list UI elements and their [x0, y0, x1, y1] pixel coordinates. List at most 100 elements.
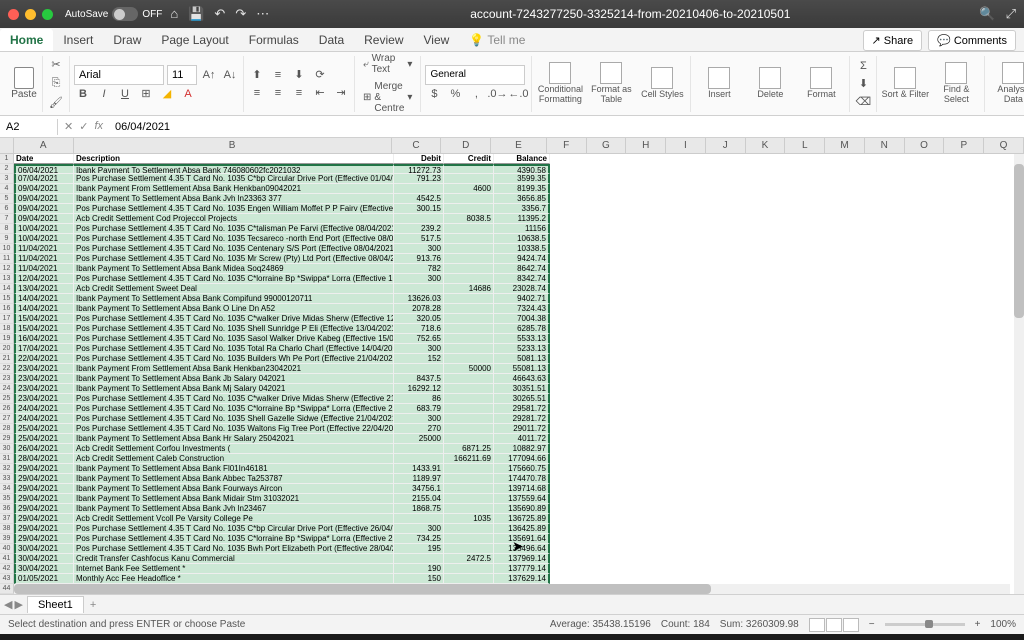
normal-view-icon[interactable] [809, 618, 825, 632]
col-header[interactable]: L [785, 138, 825, 154]
row-header[interactable]: 6 [0, 204, 14, 214]
cell[interactable]: Acb Credit Settlement Vcoll Pe Varsity C… [74, 514, 394, 524]
cell[interactable]: 46643.63 [494, 374, 550, 384]
cell[interactable]: 86 [394, 394, 444, 404]
tab-page-layout[interactable]: Page Layout [151, 29, 238, 51]
cell[interactable] [444, 404, 494, 414]
cell[interactable]: 11272.73 [394, 164, 444, 174]
cell[interactable]: 135690.89 [494, 504, 550, 514]
cell[interactable]: 10882.97 [494, 444, 550, 454]
cell[interactable] [444, 264, 494, 274]
cell[interactable]: Pos Purchase Settlement 4.35 T Card No. … [74, 354, 394, 364]
cell[interactable]: 4600 [444, 184, 494, 194]
row-header[interactable]: 19 [0, 334, 14, 344]
row-header[interactable]: 34 [0, 484, 14, 494]
zoom-slider[interactable] [885, 623, 965, 626]
cell[interactable]: 3656.85 [494, 194, 550, 204]
redo-icon[interactable]: ↷ [235, 6, 246, 22]
decrease-indent-icon[interactable]: ⇤ [311, 84, 329, 102]
cell[interactable]: 135496.64 [494, 544, 550, 554]
enter-icon[interactable]: ✓ [79, 120, 88, 133]
format-button[interactable]: Format [797, 67, 845, 100]
cell[interactable]: 135691.64 [494, 534, 550, 544]
cell[interactable]: 4542.5 [394, 194, 444, 204]
cell[interactable]: 16/04/2021 [14, 334, 74, 344]
cell[interactable]: 29/04/2021 [14, 474, 74, 484]
cell[interactable]: 29/04/2021 [14, 504, 74, 514]
cell[interactable]: 14/04/2021 [14, 294, 74, 304]
row-header[interactable]: 38 [0, 524, 14, 534]
row-header[interactable]: 35 [0, 494, 14, 504]
row-header[interactable]: 27 [0, 414, 14, 424]
share-button[interactable]: ↗ Share [863, 30, 923, 51]
cell[interactable]: 29/04/2021 [14, 484, 74, 494]
cell[interactable]: 10638.5 [494, 234, 550, 244]
cell[interactable] [444, 354, 494, 364]
cell[interactable]: 5081.13 [494, 354, 550, 364]
cell[interactable] [394, 444, 444, 454]
cell[interactable]: Pos Purchase Settlement 4.35 T Card No. … [74, 324, 394, 334]
cell[interactable]: 28/04/2021 [14, 454, 74, 464]
cell[interactable] [444, 484, 494, 494]
cell[interactable]: 22/04/2021 [14, 354, 74, 364]
cancel-icon[interactable]: ✕ [64, 120, 73, 133]
row-header[interactable]: 33 [0, 474, 14, 484]
col-header[interactable]: K [746, 138, 786, 154]
cell-styles-button[interactable]: Cell Styles [638, 67, 686, 100]
formula-input[interactable]: 06/04/2021 [109, 119, 1024, 135]
row-header[interactable]: 24 [0, 384, 14, 394]
close-icon[interactable] [8, 9, 19, 20]
cut-icon[interactable]: ✂ [47, 56, 65, 73]
cell[interactable] [444, 464, 494, 474]
cell[interactable]: 8642.74 [494, 264, 550, 274]
cell[interactable]: 23/04/2021 [14, 384, 74, 394]
cell[interactable]: 14/04/2021 [14, 304, 74, 314]
increase-indent-icon[interactable]: ⇥ [332, 84, 350, 102]
cell[interactable]: 166211.69 [444, 454, 494, 464]
cell[interactable]: Internet Bank Fee Settlement * [74, 564, 394, 574]
cell[interactable]: 913.76 [394, 254, 444, 264]
tab-home[interactable]: Home [0, 29, 53, 51]
save-icon[interactable]: 💾 [188, 6, 204, 22]
cell[interactable] [444, 234, 494, 244]
cell[interactable]: 300 [394, 524, 444, 534]
cell[interactable]: 517.5 [394, 234, 444, 244]
cell[interactable]: 137779.14 [494, 564, 550, 574]
minimize-icon[interactable] [25, 9, 36, 20]
col-header[interactable]: Q [984, 138, 1024, 154]
name-box[interactable]: A2 [0, 119, 58, 135]
header-cell[interactable]: Debit [394, 154, 444, 164]
decrease-decimal-icon[interactable]: ←.0 [509, 85, 527, 103]
cell[interactable] [444, 414, 494, 424]
cell[interactable]: 25/04/2021 [14, 434, 74, 444]
cell[interactable] [444, 544, 494, 554]
cell[interactable]: 7004.38 [494, 314, 550, 324]
row-header[interactable]: 43 [0, 574, 14, 584]
cell[interactable]: 300 [394, 414, 444, 424]
number-format-select[interactable] [425, 65, 525, 85]
cell[interactable]: 150 [394, 574, 444, 584]
row-header[interactable]: 28 [0, 424, 14, 434]
cell[interactable]: 5533.13 [494, 334, 550, 344]
cell[interactable]: Acb Credit Settlement Cod Projeccol Proj… [74, 214, 394, 224]
page-break-view-icon[interactable] [843, 618, 859, 632]
cell[interactable]: 11/04/2021 [14, 264, 74, 274]
cell[interactable]: Ibank Payment To Settlement Absa Bank O … [74, 304, 394, 314]
cell[interactable] [394, 514, 444, 524]
cell[interactable] [444, 254, 494, 264]
fill-color-icon[interactable]: ◢ [158, 85, 176, 103]
cell[interactable]: 2078.28 [394, 304, 444, 314]
tab-draw[interactable]: Draw [103, 29, 151, 51]
row-header[interactable]: 22 [0, 364, 14, 374]
cell[interactable]: 718.6 [394, 324, 444, 334]
cell[interactable]: 8199.35 [494, 184, 550, 194]
cell[interactable]: 23/04/2021 [14, 394, 74, 404]
row-header[interactable]: 9 [0, 234, 14, 244]
vertical-scrollbar[interactable] [1014, 154, 1024, 594]
cell[interactable] [444, 274, 494, 284]
align-left-icon[interactable]: ≡ [248, 84, 266, 102]
cell[interactable]: 136425.89 [494, 524, 550, 534]
cell[interactable]: 4390.58 [494, 164, 550, 174]
row-header[interactable]: 20 [0, 344, 14, 354]
cell[interactable] [444, 294, 494, 304]
